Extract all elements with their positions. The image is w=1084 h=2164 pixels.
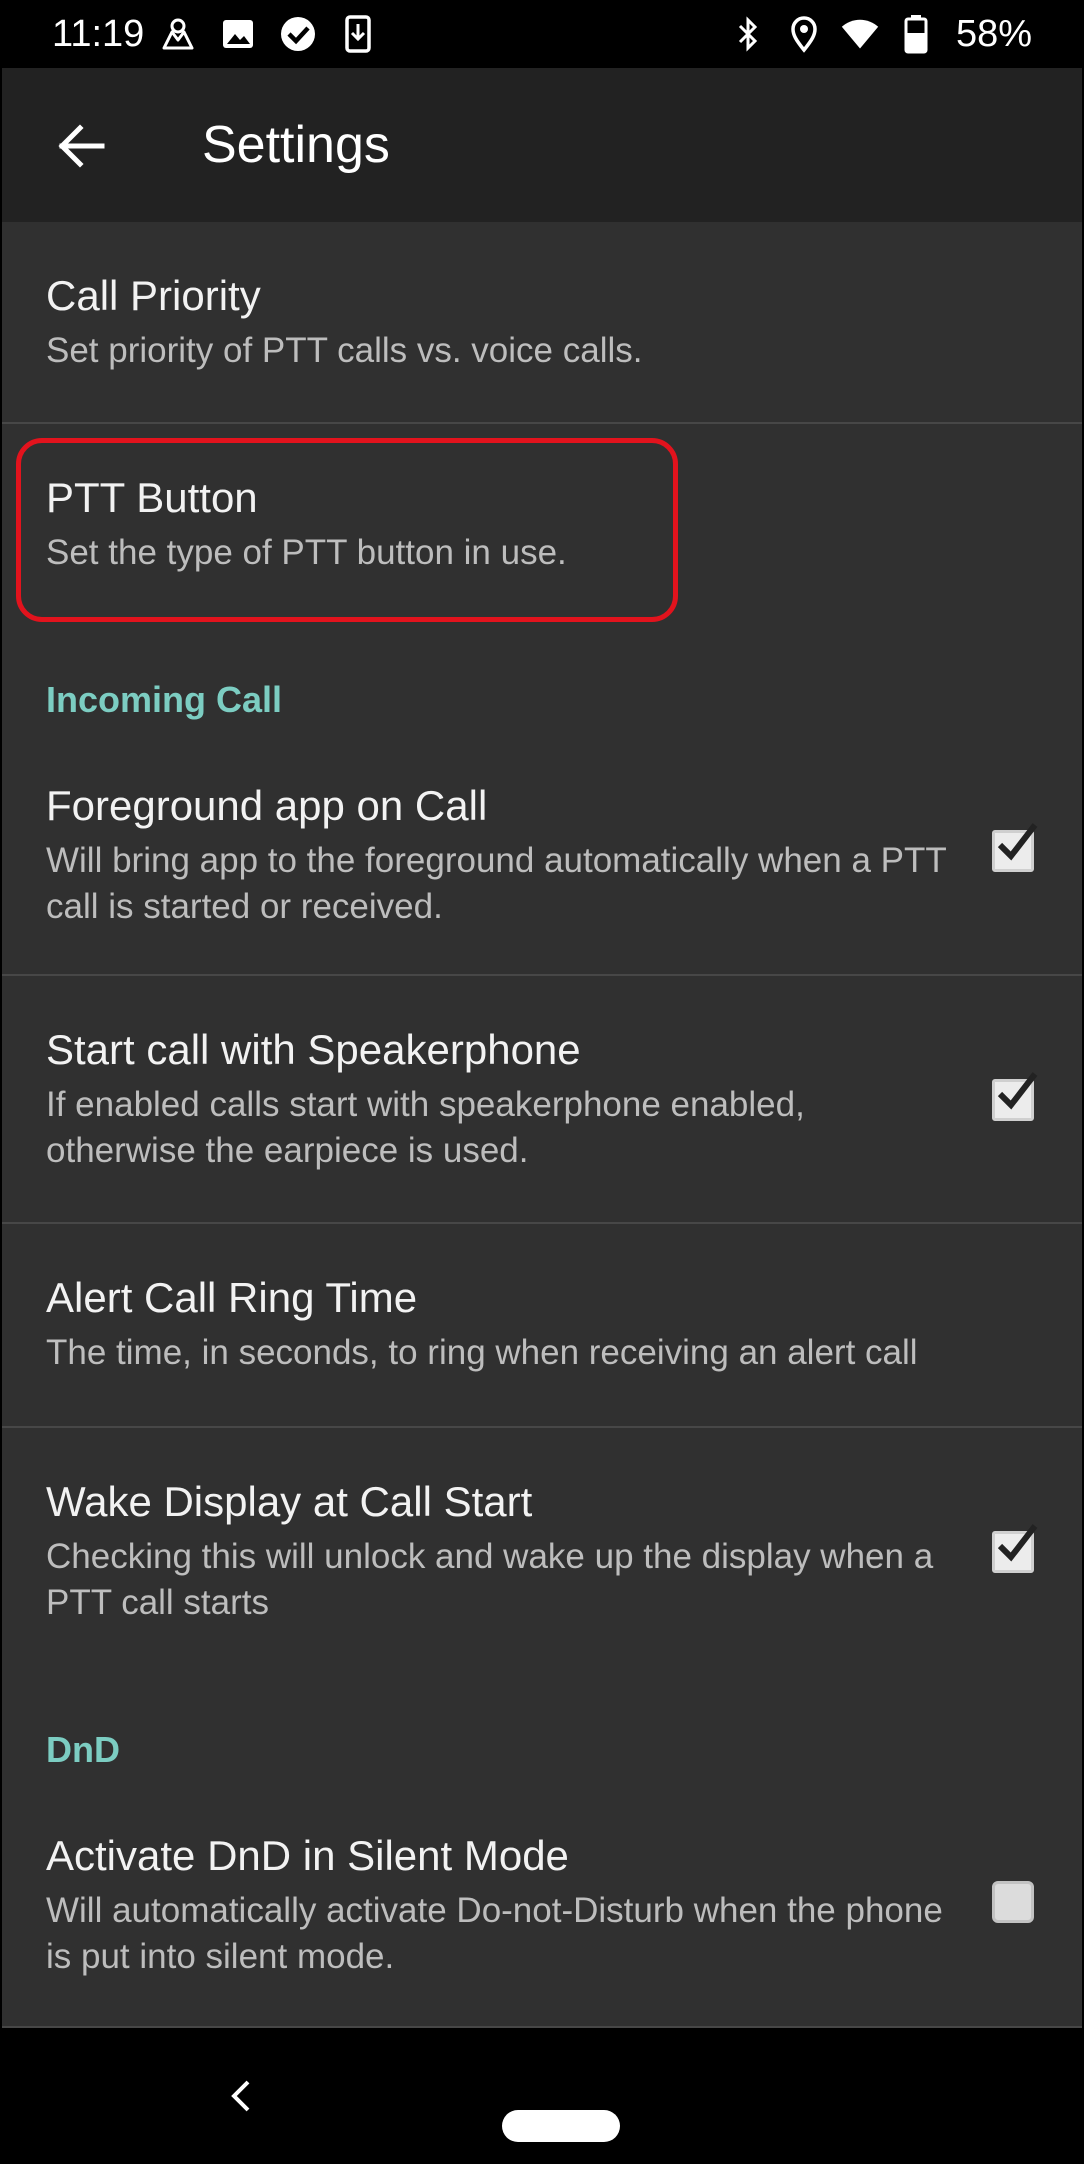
status-left-icons — [158, 14, 378, 54]
checkmark-icon — [997, 823, 1038, 861]
checkbox-foreground-app[interactable] — [992, 823, 1038, 872]
status-right-icons: 58% — [728, 12, 1032, 56]
pref-title: Foreground app on Call — [46, 782, 488, 829]
check-circle-icon — [278, 14, 318, 54]
checkbox-speakerphone[interactable] — [992, 1072, 1038, 1121]
back-button[interactable] — [46, 112, 114, 180]
pref-wake-display[interactable]: Wake Display at Call Start Checking this… — [2, 1428, 1082, 1658]
phone-download-icon — [338, 14, 378, 54]
pref-summary: The time, in seconds, to ring when recei… — [46, 1333, 918, 1372]
nav-home-pill[interactable] — [502, 2110, 620, 2142]
pref-summary: Will bring app to the foreground automat… — [46, 841, 947, 926]
arrow-back-icon — [58, 124, 105, 168]
pref-summary: Will automatically activate Do-not-Distu… — [46, 1891, 943, 1976]
checkmark-icon — [997, 1524, 1038, 1562]
wifi-icon — [840, 14, 880, 54]
battery-icon — [896, 14, 936, 54]
pref-title: Call Priority — [46, 272, 261, 319]
battery-percent: 58% — [955, 13, 1032, 55]
checkbox-activate-dnd[interactable] — [992, 1881, 1034, 1923]
checkmark-icon — [997, 1072, 1038, 1110]
gallery-icon — [218, 14, 258, 54]
pref-title: Start call with Speakerphone — [46, 1026, 581, 1073]
pref-summary: Set priority of PTT calls vs. voice call… — [46, 331, 643, 370]
status-time: 11:19 — [52, 13, 145, 55]
navigation-bar — [0, 2028, 1084, 2164]
status-bar: 11:19 58% — [0, 0, 1084, 68]
page-title: Settings — [202, 116, 390, 174]
pref-speakerphone[interactable]: Start call with Speakerphone If enabled … — [2, 976, 1082, 1222]
pref-call-priority[interactable]: Call Priority Set priority of PTT calls … — [2, 222, 1082, 422]
pref-title: Activate DnD in Silent Mode — [46, 1832, 569, 1879]
pref-summary: If enabled calls start with speakerphone… — [46, 1085, 805, 1170]
pref-title: Alert Call Ring Time — [46, 1274, 418, 1321]
app-bar: Settings — [2, 68, 1082, 222]
settings-list: Call Priority Set priority of PTT calls … — [2, 222, 1082, 2028]
location-icon — [784, 14, 824, 54]
pref-title: PTT Button — [46, 474, 258, 521]
pref-title: Wake Display at Call Start — [46, 1478, 533, 1525]
category-dnd: DnD — [46, 1729, 120, 1770]
category-incoming-call: Incoming Call — [46, 679, 283, 720]
pref-alert-ring-time[interactable]: Alert Call Ring Time The time, in second… — [2, 1224, 1082, 1426]
nav-back-icon[interactable] — [220, 2072, 260, 2120]
pref-ptt-button[interactable]: PTT Button Set the type of PTT button in… — [2, 424, 1082, 626]
pref-activate-dnd[interactable]: Activate DnD in Silent Mode Will automat… — [2, 1782, 1082, 2026]
pref-summary: Set the type of PTT button in use. — [46, 533, 567, 572]
app-notification-icon — [158, 14, 198, 54]
checkbox-wake-display[interactable] — [992, 1524, 1038, 1573]
pref-summary: Checking this will unlock and wake up th… — [46, 1537, 934, 1622]
bluetooth-icon — [728, 14, 768, 54]
